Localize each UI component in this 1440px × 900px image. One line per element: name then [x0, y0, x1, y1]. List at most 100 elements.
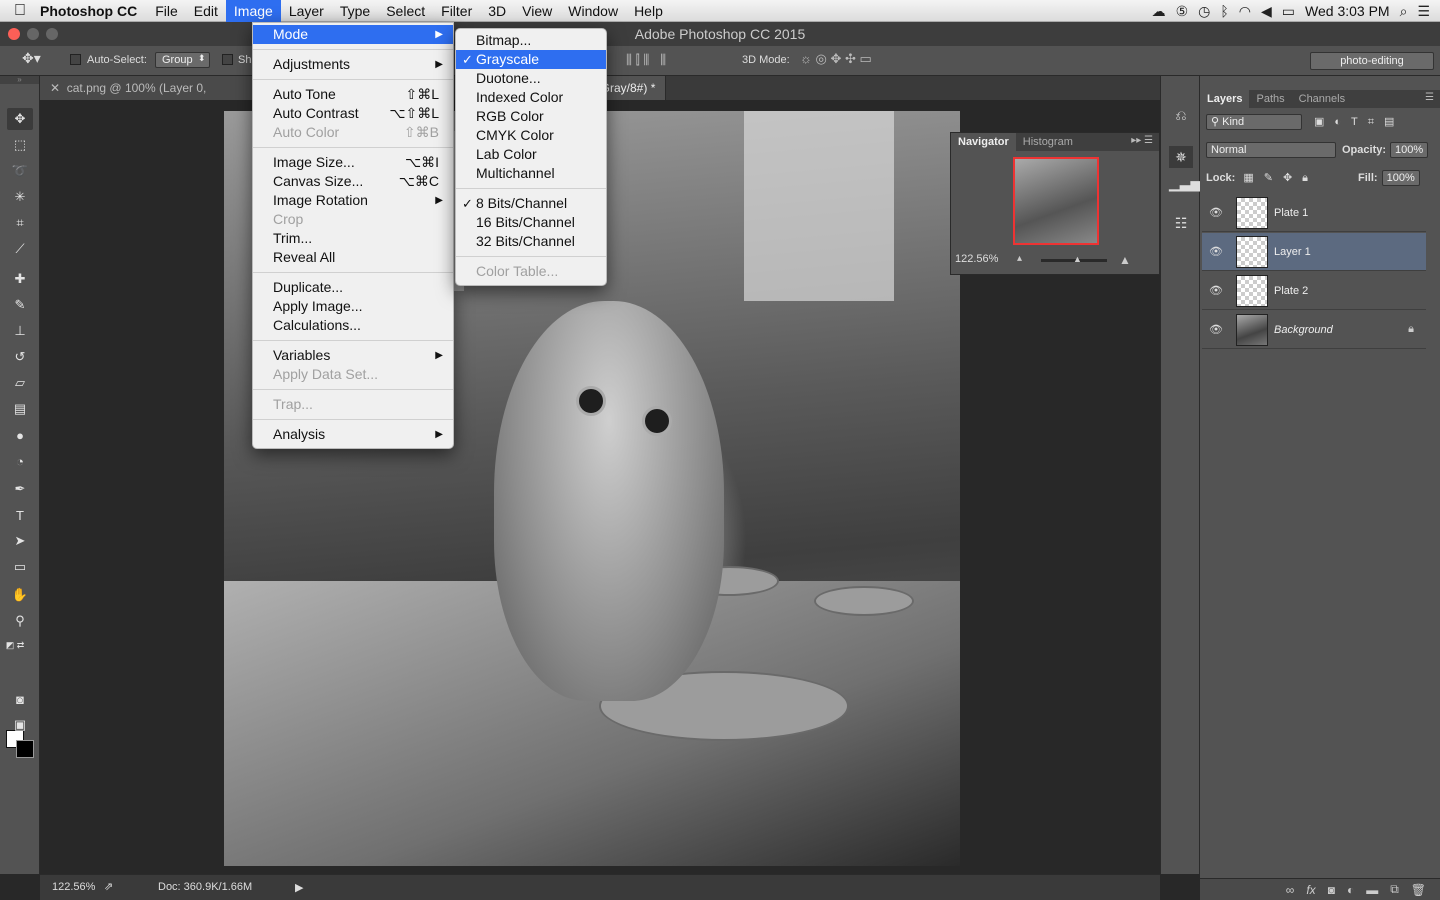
- history-brush-tool-icon[interactable]: ↺: [7, 346, 33, 368]
- export-icon[interactable]: ⇗: [104, 880, 113, 893]
- layer-filter-icons[interactable]: ▣◐T⌗▤: [1314, 115, 1404, 129]
- path-selection-tool-icon[interactable]: ➤: [7, 530, 33, 552]
- 3d-mode-icons[interactable]: ☼ ◎ ✥ ✣ ▭: [800, 51, 872, 67]
- menu-item-rgb-color[interactable]: RGB Color: [456, 107, 606, 126]
- menu-item-16-bits[interactable]: 16 Bits/Channel: [456, 213, 606, 232]
- eraser-tool-icon[interactable]: ▱: [7, 372, 33, 394]
- blur-tool-icon[interactable]: ●: [7, 424, 33, 446]
- document-tab-cat[interactable]: ✕ cat.png @ 100% (Layer 0, RGB/8#: [40, 76, 254, 119]
- menu-item-apply-image[interactable]: Apply Image...: [253, 297, 453, 316]
- pen-tool-icon[interactable]: ✒: [7, 478, 33, 500]
- menu-layer[interactable]: Layer: [281, 0, 332, 22]
- background-color-swatch[interactable]: [16, 740, 34, 758]
- tools-panel-grip[interactable]: »: [0, 76, 39, 84]
- menu-item-variables[interactable]: Variables ▶: [253, 346, 453, 365]
- zoom-out-icon[interactable]: ▴: [1017, 253, 1022, 264]
- battery-icon[interactable]: ▭: [1282, 3, 1295, 20]
- crop-tool-icon[interactable]: ⌗: [7, 212, 33, 234]
- menu-item-cmyk-color[interactable]: CMYK Color: [456, 126, 606, 145]
- brush-tool-icon[interactable]: ✎: [7, 294, 33, 316]
- menu-item-bitmap[interactable]: Bitmap...: [456, 31, 606, 50]
- menu-filter[interactable]: Filter: [433, 0, 480, 22]
- menu-item-duotone[interactable]: Duotone...: [456, 69, 606, 88]
- menu-image[interactable]: Image: [225, 0, 281, 22]
- menu-select[interactable]: Select: [378, 0, 433, 22]
- gradient-tool-icon[interactable]: ▤: [7, 398, 33, 420]
- menu-file[interactable]: File: [147, 0, 186, 22]
- layer-filter-kind[interactable]: ⚲ Kind: [1206, 114, 1302, 130]
- creative-cloud-icon[interactable]: ☁: [1152, 3, 1166, 20]
- spotlight-search-icon[interactable]: ⌕: [1400, 3, 1408, 20]
- lasso-tool-icon[interactable]: ➰: [7, 160, 33, 182]
- panel-menu-icon[interactable]: ▸▸ ☰: [1131, 135, 1153, 146]
- auto-select-checkbox[interactable]: [70, 54, 85, 66]
- zoom-tool-icon[interactable]: ⚲: [7, 610, 33, 632]
- visibility-eye-icon[interactable]: 👁︎: [1202, 245, 1230, 258]
- menu-item-grayscale[interactable]: ✓ Grayscale: [456, 50, 606, 69]
- menu-item-8-bits[interactable]: ✓ 8 Bits/Channel: [456, 194, 606, 213]
- time-machine-icon[interactable]: ◷: [1198, 3, 1210, 20]
- menu-help[interactable]: Help: [626, 0, 671, 22]
- layer-row-background[interactable]: 👁︎ Background 🔒︎: [1202, 311, 1426, 349]
- new-layer-icon[interactable]: ⧉: [1390, 882, 1399, 897]
- new-group-icon[interactable]: ▬: [1366, 883, 1378, 897]
- apple-icon[interactable]: : [0, 2, 40, 20]
- status-zoom[interactable]: 122.56%: [52, 881, 95, 893]
- menu-item-auto-tone[interactable]: Auto Tone ⇧⌘L: [253, 85, 453, 104]
- healing-brush-tool-icon[interactable]: ✚: [7, 268, 33, 290]
- wifi-icon[interactable]: ◠: [1239, 3, 1251, 20]
- adjustment-layer-icon[interactable]: ◐: [1347, 883, 1354, 897]
- menu-window[interactable]: Window: [560, 0, 626, 22]
- menu-item-duplicate[interactable]: Duplicate...: [253, 278, 453, 297]
- tab-histogram[interactable]: Histogram: [1016, 133, 1080, 151]
- navigator-panel-icon[interactable]: ✵: [1169, 146, 1193, 168]
- opacity-field[interactable]: 100%: [1390, 142, 1429, 158]
- menu-item-adjustments[interactable]: Adjustments ▶: [253, 55, 453, 74]
- menu-item-canvas-size[interactable]: Canvas Size... ⌥⌘C: [253, 172, 453, 191]
- menu-item-32-bits[interactable]: 32 Bits/Channel: [456, 232, 606, 251]
- move-tool-preset-icon[interactable]: ✥▾: [22, 50, 41, 67]
- properties-panel-icon[interactable]: ☷: [1169, 212, 1193, 234]
- blend-mode-dropdown[interactable]: Normal: [1206, 142, 1336, 158]
- history-panel-icon[interactable]: ⎌: [1169, 104, 1193, 126]
- eyedropper-tool-icon[interactable]: ⟋: [7, 238, 33, 260]
- menu-type[interactable]: Type: [332, 0, 378, 22]
- navigator-zoom-slider-knob[interactable]: ▲: [1073, 254, 1082, 264]
- menu-item-calculations[interactable]: Calculations...: [253, 316, 453, 335]
- auto-select-dropdown[interactable]: Group: [155, 52, 210, 68]
- navigator-thumbnail[interactable]: [1013, 157, 1099, 245]
- notification-icon[interactable]: ⑤: [1176, 3, 1189, 20]
- screen-mode-icon[interactable]: ▣: [7, 714, 33, 736]
- menu-item-analysis[interactable]: Analysis ▶: [253, 425, 453, 444]
- add-mask-icon[interactable]: ◙: [1328, 883, 1335, 897]
- histogram-panel-icon[interactable]: ▁▃▅: [1169, 172, 1201, 194]
- menu-item-mode[interactable]: Mode ▶: [253, 25, 453, 44]
- menu-3d[interactable]: 3D: [480, 0, 514, 22]
- visibility-eye-icon[interactable]: 👁︎: [1202, 323, 1230, 336]
- move-tool-icon[interactable]: ✥: [7, 108, 33, 130]
- navigator-zoom-value[interactable]: 122.56%: [955, 253, 998, 265]
- marquee-tool-icon[interactable]: ⬚: [7, 134, 33, 156]
- delete-layer-icon[interactable]: 🗑︎: [1411, 883, 1426, 897]
- type-tool-icon[interactable]: T: [7, 504, 33, 526]
- clone-stamp-tool-icon[interactable]: ⊥: [7, 320, 33, 342]
- visibility-eye-icon[interactable]: 👁︎: [1202, 284, 1230, 297]
- menu-edit[interactable]: Edit: [186, 0, 226, 22]
- rectangle-tool-icon[interactable]: ▭: [7, 556, 33, 578]
- menu-view[interactable]: View: [514, 0, 560, 22]
- link-layers-icon[interactable]: ∞: [1286, 883, 1295, 897]
- tab-paths[interactable]: Paths: [1249, 90, 1291, 108]
- tab-channels[interactable]: Channels: [1292, 90, 1352, 108]
- menu-item-lab-color[interactable]: Lab Color: [456, 145, 606, 164]
- layer-row-plate-1[interactable]: 👁︎ Plate 1: [1202, 194, 1426, 232]
- default-colors-icon[interactable]: ◩ ⇄: [2, 634, 28, 656]
- menu-item-image-size[interactable]: Image Size... ⌥⌘I: [253, 153, 453, 172]
- dodge-tool-icon[interactable]: ◔: [7, 450, 33, 472]
- workspace-switcher[interactable]: photo-editing: [1310, 52, 1434, 70]
- menu-item-indexed-color[interactable]: Indexed Color: [456, 88, 606, 107]
- zoom-in-icon[interactable]: ▲: [1119, 253, 1131, 267]
- panel-menu-icon[interactable]: ☰: [1425, 92, 1434, 103]
- layer-style-icon[interactable]: fx: [1306, 883, 1315, 897]
- layer-row-plate-2[interactable]: 👁︎ Plate 2: [1202, 272, 1426, 310]
- layer-row-layer-1[interactable]: 👁︎ Layer 1: [1202, 233, 1426, 271]
